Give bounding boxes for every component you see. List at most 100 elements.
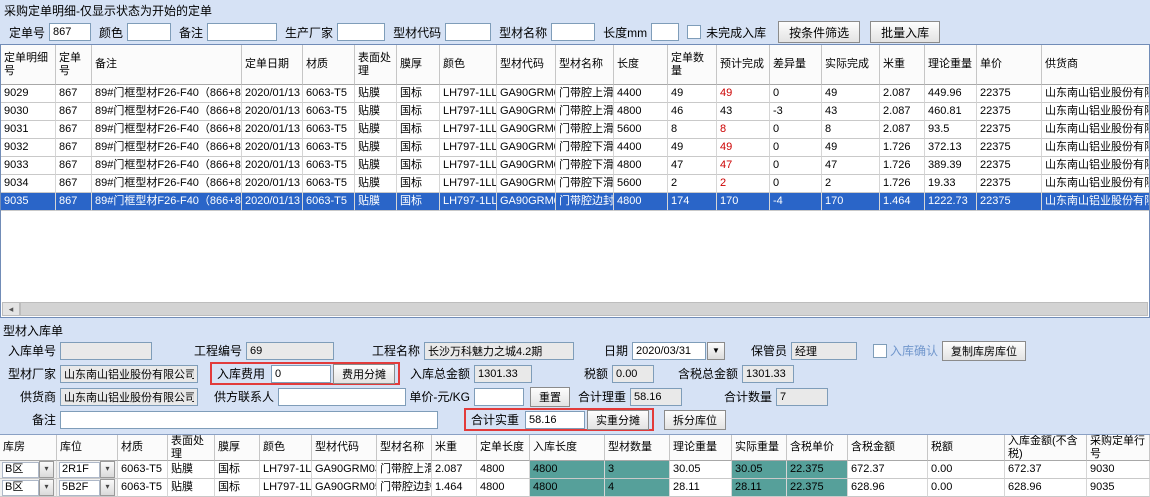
table-cell[interactable]: 89#门框型材F26-F40（866+867） xyxy=(92,103,242,121)
table-cell[interactable]: 门带腔上滑 xyxy=(377,461,432,479)
column-header[interactable]: 表面处理 xyxy=(168,435,215,461)
dropdown-arrow-icon[interactable]: ▾ xyxy=(100,461,115,478)
column-header[interactable]: 单价 xyxy=(977,45,1042,85)
table-cell[interactable]: 372.13 xyxy=(925,139,977,157)
table-cell[interactable]: LH797-1LL0 xyxy=(440,175,497,193)
table-cell[interactable]: 国标 xyxy=(397,103,440,121)
table-cell[interactable]: 1.464 xyxy=(880,193,925,211)
table-cell[interactable]: 19.33 xyxy=(925,175,977,193)
column-header[interactable]: 实际重量 xyxy=(732,435,787,461)
table-cell[interactable]: 89#门框型材F26-F40（866+867） xyxy=(92,139,242,157)
table-cell[interactable]: 49 xyxy=(822,139,880,157)
supplier-input[interactable] xyxy=(60,388,198,406)
table-cell[interactable]: 867 xyxy=(56,157,92,175)
column-header[interactable]: 入库长度 xyxy=(530,435,605,461)
table-cell[interactable]: 867 xyxy=(56,103,92,121)
table-cell[interactable]: 49 xyxy=(668,85,717,103)
table-cell[interactable]: 8 xyxy=(717,121,770,139)
receipt-no-input[interactable] xyxy=(60,342,152,360)
table-cell[interactable]: 22375 xyxy=(977,121,1042,139)
table-cell[interactable]: 22.375 xyxy=(787,461,848,479)
profile-name-input[interactable] xyxy=(551,23,595,41)
scrollbar-thumb[interactable] xyxy=(20,302,1148,316)
table-cell[interactable]: GA90GRM04 xyxy=(497,139,556,157)
table-cell[interactable]: 49 xyxy=(668,139,717,157)
table-cell[interactable]: 1222.73 xyxy=(925,193,977,211)
table-cell[interactable]: 22375 xyxy=(977,157,1042,175)
table-cell[interactable]: 山东南山铝业股份有限公司 xyxy=(1042,157,1150,175)
table-cell[interactable]: 628.96 xyxy=(1005,479,1087,497)
column-header[interactable]: 定单日期 xyxy=(242,45,303,85)
column-header[interactable]: 预计完成 xyxy=(717,45,770,85)
table-cell[interactable]: 山东南山铝业股份有限公司 xyxy=(1042,175,1150,193)
total-qty-input[interactable] xyxy=(776,388,828,406)
column-header[interactable]: 型材数量 xyxy=(605,435,670,461)
table-cell[interactable]: LH797-1LL0 xyxy=(440,121,497,139)
table-cell[interactable]: 3 xyxy=(605,461,670,479)
column-header[interactable]: 定单长度 xyxy=(477,435,530,461)
table-row[interactable]: 903086789#门框型材F26-F40（866+867）2020/01/13… xyxy=(1,103,1149,121)
table-row[interactable]: 903586789#门框型材F26-F40（866+867）2020/01/13… xyxy=(1,193,1149,211)
table-cell[interactable]: 9029 xyxy=(1,85,56,103)
table-cell[interactable]: 2 xyxy=(668,175,717,193)
table-cell[interactable]: 国标 xyxy=(215,461,260,479)
column-header[interactable]: 含税金额 xyxy=(848,435,928,461)
table-cell[interactable]: 49 xyxy=(717,139,770,157)
table-cell[interactable]: 0 xyxy=(770,157,822,175)
table-cell[interactable]: 6063-T5 xyxy=(303,175,355,193)
table-cell[interactable]: 867 xyxy=(56,175,92,193)
table-cell[interactable]: 国标 xyxy=(397,157,440,175)
table-cell[interactable]: 9031 xyxy=(1,121,56,139)
table-cell[interactable]: 6063-T5 xyxy=(118,461,168,479)
table-cell[interactable]: 4800 xyxy=(530,479,605,497)
table-cell[interactable]: 8 xyxy=(668,121,717,139)
table-cell[interactable]: 389.39 xyxy=(925,157,977,175)
tax-total-input[interactable] xyxy=(742,365,794,383)
column-header[interactable]: 备注 xyxy=(92,45,242,85)
table-cell[interactable]: 2.087 xyxy=(880,121,925,139)
column-header[interactable]: 实际完成 xyxy=(822,45,880,85)
project-name-input[interactable] xyxy=(424,342,574,360)
table-row[interactable]: 903286789#门框型材F26-F40（866+867）2020/01/13… xyxy=(1,139,1149,157)
table-cell[interactable]: 贴膜 xyxy=(355,85,397,103)
table-cell[interactable]: 170 xyxy=(822,193,880,211)
unfinished-checkbox[interactable] xyxy=(687,25,701,39)
table-cell[interactable]: 460.81 xyxy=(925,103,977,121)
table-cell[interactable]: 47 xyxy=(822,157,880,175)
dropdown-arrow-icon[interactable]: ▾ xyxy=(39,461,54,478)
column-header[interactable]: 采购定单行号 xyxy=(1087,435,1150,461)
copy-location-button[interactable]: 复制库房库位 xyxy=(942,341,1026,361)
keeper-input[interactable] xyxy=(791,342,857,360)
table-row[interactable]: B区▾5B2F▾6063-T5贴膜国标LH797-1LL0GA90GRM05门带… xyxy=(0,479,1150,497)
column-header[interactable]: 型材代码 xyxy=(497,45,556,85)
table-cell[interactable]: 山东南山铝业股份有限公司 xyxy=(1042,85,1150,103)
table-cell[interactable]: GA90GRM03 xyxy=(497,103,556,121)
table-cell[interactable]: 贴膜 xyxy=(355,175,397,193)
table-cell[interactable]: -3 xyxy=(770,103,822,121)
column-header[interactable]: 型材代码 xyxy=(312,435,377,461)
table-cell[interactable]: 0 xyxy=(770,175,822,193)
dropdown-arrow-icon[interactable]: ▾ xyxy=(39,479,54,496)
dropdown-arrow-icon[interactable]: ▾ xyxy=(100,479,115,496)
column-header[interactable]: 长度 xyxy=(614,45,668,85)
table-cell[interactable]: 贴膜 xyxy=(355,121,397,139)
table-cell[interactable]: -4 xyxy=(770,193,822,211)
table-cell[interactable]: 5B2F▾ xyxy=(57,479,118,497)
table-cell[interactable]: 2020/01/13 xyxy=(242,193,303,211)
fee-input[interactable] xyxy=(271,365,331,383)
table-cell[interactable]: 0.00 xyxy=(928,461,1005,479)
column-header[interactable]: 型材名称 xyxy=(377,435,432,461)
column-header[interactable]: 材质 xyxy=(118,435,168,461)
table-cell[interactable]: 22375 xyxy=(977,139,1042,157)
table-cell[interactable]: 5600 xyxy=(614,121,668,139)
table-cell[interactable]: 0 xyxy=(770,139,822,157)
table-cell[interactable]: 4800 xyxy=(477,461,530,479)
table-cell[interactable]: LH797-1LL0 xyxy=(260,479,312,497)
table-cell[interactable]: 1.464 xyxy=(432,479,477,497)
table-cell[interactable]: GA90GRM03 xyxy=(312,461,377,479)
table-cell[interactable]: 867 xyxy=(56,85,92,103)
table-cell[interactable]: 1.726 xyxy=(880,175,925,193)
table-cell[interactable]: LH797-1LL0 xyxy=(440,85,497,103)
table-cell[interactable]: 9032 xyxy=(1,139,56,157)
table-cell[interactable]: 国标 xyxy=(397,85,440,103)
